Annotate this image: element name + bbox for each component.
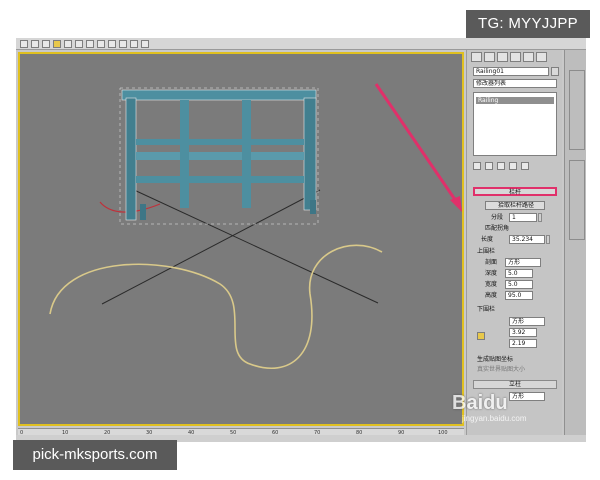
baidu-watermark: Baidu	[452, 392, 508, 414]
motion-tab-icon[interactable]	[510, 52, 521, 62]
top-depth-label: 深度	[485, 270, 498, 277]
object-color-swatch[interactable]	[551, 67, 559, 76]
command-panel: Railing01 修改器列表 Railing 栏杆 拾取栏杆路径 分段 1 匹…	[466, 50, 562, 442]
stack-item-railing[interactable]: Railing	[476, 97, 554, 104]
show-end-result-icon[interactable]	[485, 162, 493, 170]
lower-rail-group-label: 下围栏	[477, 306, 496, 313]
modifier-stack[interactable]: Railing	[473, 92, 557, 156]
segments-spinner[interactable]	[538, 213, 542, 222]
lower-depth-field[interactable]: 3.92	[509, 328, 537, 337]
real-world-map-checkbox[interactable]: 真实世界贴图大小	[477, 366, 525, 373]
match-corners-checkbox[interactable]: 匹配拐角	[485, 225, 509, 232]
move-icon[interactable]	[64, 39, 72, 48]
command-panel-tabs	[467, 50, 562, 64]
side-rollout-b[interactable]	[569, 160, 585, 240]
annotation-arrow-head	[450, 196, 462, 212]
grid-axis-line	[131, 188, 379, 304]
pin-stack-icon[interactable]	[473, 162, 481, 170]
max-window: Railing01 修改器列表 Railing 栏杆 拾取栏杆路径 分段 1 匹…	[16, 38, 586, 442]
segments-label: 分段	[491, 214, 504, 221]
snap-icon[interactable]	[97, 39, 105, 48]
right-side-panel	[564, 50, 586, 442]
configure-sets-icon[interactable]	[521, 162, 529, 170]
remove-modifier-icon[interactable]	[509, 162, 517, 170]
top-profile-label: 剖面	[485, 259, 498, 266]
mirror-icon[interactable]	[108, 39, 116, 48]
annotation-arrow	[374, 83, 460, 205]
top-height-field[interactable]: 95.0	[505, 291, 533, 300]
length-field[interactable]: 35.234	[509, 235, 545, 244]
pick-railing-path-button[interactable]: 拾取栏杆路径	[485, 201, 545, 210]
hierarchy-tab-icon[interactable]	[497, 52, 508, 62]
lower-profile-dropdown[interactable]: 方形	[509, 317, 545, 326]
perspective-viewport[interactable]	[18, 52, 464, 426]
align-icon[interactable]	[119, 39, 127, 48]
utilities-tab-icon[interactable]	[536, 52, 547, 62]
material-editor-icon[interactable]	[130, 39, 138, 48]
telegram-watermark: TG: MYYJJPP	[466, 10, 590, 38]
top-profile-dropdown[interactable]: 方形	[505, 258, 541, 267]
select-tool-icon[interactable]	[20, 39, 28, 48]
side-rollout-a[interactable]	[569, 70, 585, 150]
posts-profile-dropdown[interactable]: 方形	[509, 392, 545, 401]
scale-icon[interactable]	[86, 39, 94, 48]
length-label: 长度	[481, 236, 494, 243]
object-name-field[interactable]: Railing01	[473, 67, 549, 76]
lower-rail-settings-icon[interactable]	[477, 332, 485, 340]
rollout-posts[interactable]: 立柱	[473, 380, 557, 389]
create-tab-icon[interactable]	[471, 52, 482, 62]
viewport-scene	[49, 83, 462, 369]
length-spinner[interactable]	[546, 235, 550, 244]
baidu-watermark-url: jingyan.baidu.com	[462, 414, 527, 423]
redo-icon[interactable]	[42, 39, 50, 48]
display-tab-icon[interactable]	[523, 52, 534, 62]
generate-mapping-checkbox[interactable]: 生成贴图坐标	[477, 356, 513, 363]
select-object-icon[interactable]	[53, 39, 61, 48]
main-toolbar	[16, 38, 586, 50]
top-height-label: 高度	[485, 292, 498, 299]
top-width-label: 宽度	[485, 281, 498, 288]
rollout-railing[interactable]: 栏杆	[473, 187, 557, 196]
lower-width-field[interactable]: 2.19	[509, 339, 537, 348]
modifier-list-dropdown[interactable]: 修改器列表	[473, 79, 557, 88]
segments-field[interactable]: 1	[509, 213, 537, 222]
modify-tab-icon[interactable]	[484, 52, 495, 62]
top-depth-field[interactable]: 5.0	[505, 269, 533, 278]
top-width-field[interactable]: 5.0	[505, 280, 533, 289]
railing-path-spline[interactable]	[49, 244, 383, 369]
stack-controls	[473, 162, 557, 172]
rotate-icon[interactable]	[75, 39, 83, 48]
undo-icon[interactable]	[31, 39, 39, 48]
make-unique-icon[interactable]	[497, 162, 505, 170]
top-rail-group-label: 上围栏	[477, 248, 496, 255]
site-watermark: pick-mksports.com	[13, 440, 177, 470]
render-icon[interactable]	[141, 39, 149, 48]
railing-object[interactable]	[119, 87, 319, 225]
